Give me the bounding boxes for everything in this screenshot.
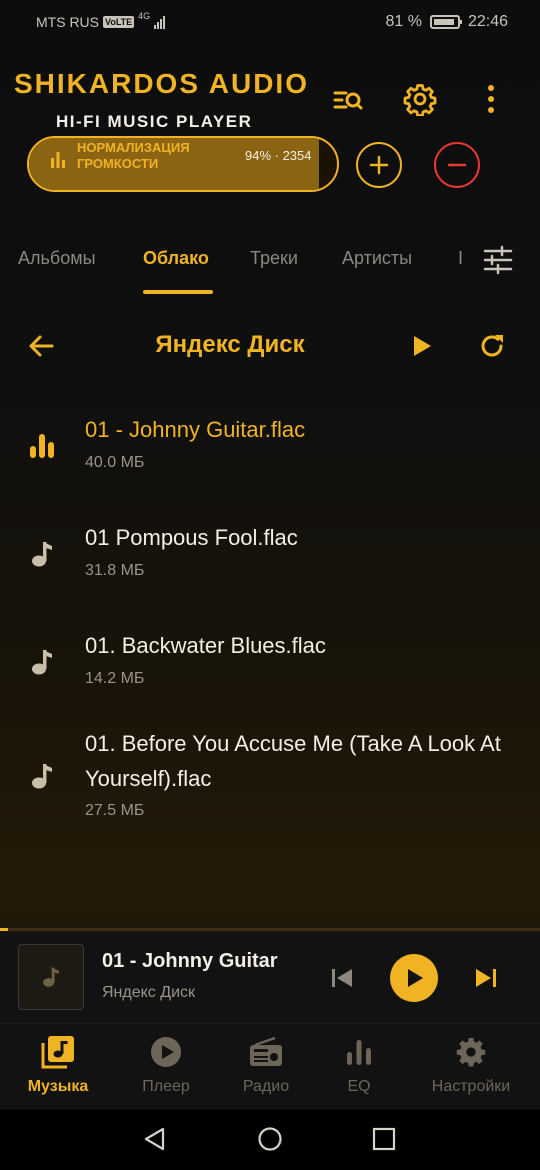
nav-eq[interactable]: EQ bbox=[305, 1024, 413, 1110]
music-note-icon bbox=[32, 650, 52, 675]
tab-artists[interactable]: Артисты bbox=[342, 248, 412, 269]
playback-progress-bar[interactable] bbox=[0, 928, 540, 931]
status-bar: MTS RUS VoLTE 4G 81 % 22:46 bbox=[0, 10, 540, 34]
nav-label: Музыка bbox=[27, 1078, 89, 1095]
add-button[interactable] bbox=[356, 142, 402, 188]
nav-settings[interactable]: Настройки bbox=[417, 1024, 525, 1110]
system-navigation-bar bbox=[0, 1110, 540, 1170]
library-tabs: Альбомы Облако Треки Артисты I bbox=[0, 240, 540, 296]
system-home-icon[interactable] bbox=[257, 1126, 283, 1152]
file-size: 31.8 МБ bbox=[85, 562, 145, 579]
nav-label: EQ bbox=[347, 1078, 371, 1095]
music-note-icon bbox=[43, 967, 59, 987]
carrier-label: MTS RUS bbox=[36, 14, 99, 30]
plus-icon bbox=[369, 155, 389, 175]
previous-track-icon[interactable] bbox=[328, 964, 356, 992]
active-tab-indicator bbox=[143, 290, 213, 294]
nav-label: Настройки bbox=[431, 1078, 511, 1095]
system-recents-icon[interactable] bbox=[372, 1127, 396, 1151]
now-playing-title: 01 - Johnny Guitar bbox=[102, 950, 278, 972]
normalization-value: 94% · 2354 bbox=[245, 148, 312, 163]
signal-icon bbox=[154, 15, 166, 29]
play-circle-icon bbox=[148, 1034, 184, 1070]
app-title: SHIKARDOS AUDIO bbox=[14, 68, 309, 99]
tune-icon[interactable] bbox=[482, 244, 514, 276]
file-size: 40.0 МБ bbox=[85, 454, 145, 471]
more-vert-icon[interactable] bbox=[473, 81, 509, 117]
file-size: 14.2 МБ bbox=[85, 670, 145, 687]
list-item[interactable]: 01 - Johnny Guitar.flac 40.0 МБ bbox=[0, 408, 540, 508]
tab-cloud[interactable]: Облако bbox=[143, 248, 209, 269]
play-icon bbox=[408, 969, 423, 987]
battery-percent: 81 % bbox=[385, 13, 422, 30]
gear-icon bbox=[453, 1034, 489, 1070]
file-name: 01. Before You Accuse Me (Take A Look At… bbox=[85, 731, 501, 791]
refresh-icon[interactable] bbox=[476, 330, 508, 362]
nav-music[interactable]: Музыка bbox=[4, 1024, 112, 1110]
file-name: 01 Pompous Fool.flac bbox=[85, 525, 298, 550]
radio-icon bbox=[248, 1034, 284, 1070]
now-playing-bars-icon bbox=[30, 434, 54, 458]
level-bars-icon bbox=[51, 152, 65, 168]
bottom-navigation: Музыка Плеер Радио EQ Настройки bbox=[0, 1023, 540, 1109]
battery-icon bbox=[429, 15, 462, 29]
minus-icon bbox=[447, 163, 467, 167]
app-subtitle: HI-FI MUSIC PLAYER bbox=[56, 112, 253, 131]
next-track-icon[interactable] bbox=[472, 964, 500, 992]
music-library-icon bbox=[40, 1034, 76, 1070]
remove-button[interactable] bbox=[434, 142, 480, 188]
search-list-icon[interactable] bbox=[330, 82, 366, 118]
file-size: 27.5 МБ bbox=[85, 802, 145, 819]
music-note-icon bbox=[32, 542, 52, 567]
nav-player[interactable]: Плеер bbox=[112, 1024, 220, 1110]
play-button[interactable] bbox=[390, 954, 438, 1002]
nav-radio[interactable]: Радио bbox=[212, 1024, 320, 1110]
nav-label: Радио bbox=[242, 1078, 290, 1095]
play-folder-icon[interactable] bbox=[408, 333, 436, 361]
file-name: 01. Backwater Blues.flac bbox=[85, 633, 326, 658]
album-art bbox=[18, 944, 84, 1010]
system-back-icon[interactable] bbox=[142, 1126, 168, 1152]
nav-label: Плеер bbox=[142, 1078, 190, 1095]
tab-clipped[interactable]: I bbox=[458, 248, 463, 269]
now-playing-source: Яндекс Диск bbox=[102, 984, 196, 1001]
music-note-icon bbox=[32, 764, 52, 789]
folder-title: Яндекс Диск bbox=[155, 331, 305, 358]
volte-badge: VoLTE bbox=[103, 16, 135, 28]
list-item[interactable]: 01. Backwater Blues.flac 14.2 МБ bbox=[0, 624, 540, 724]
tab-albums[interactable]: Альбомы bbox=[18, 248, 96, 269]
file-name: 01 - Johnny Guitar.flac bbox=[85, 417, 306, 442]
tab-tracks[interactable]: Треки bbox=[250, 248, 298, 269]
volume-normalization-toggle[interactable]: НОРМАЛИЗАЦИЯ ГРОМКОСТИ 94% · 2354 bbox=[27, 136, 339, 192]
gear-icon[interactable] bbox=[402, 81, 438, 117]
mini-player[interactable]: 01 - Johnny Guitar Яндекс Диск bbox=[0, 932, 540, 1022]
normalization-label: НОРМАЛИЗАЦИЯ ГРОМКОСТИ bbox=[77, 140, 190, 171]
clock: 22:46 bbox=[467, 13, 508, 30]
list-item[interactable]: 01. Before You Accuse Me (Take A Look At… bbox=[0, 726, 540, 836]
equalizer-icon bbox=[341, 1034, 377, 1070]
list-item[interactable]: 01 Pompous Fool.flac 31.8 МБ bbox=[0, 516, 540, 616]
playback-progress-fill bbox=[0, 928, 9, 931]
network-type: 4G bbox=[138, 11, 151, 21]
